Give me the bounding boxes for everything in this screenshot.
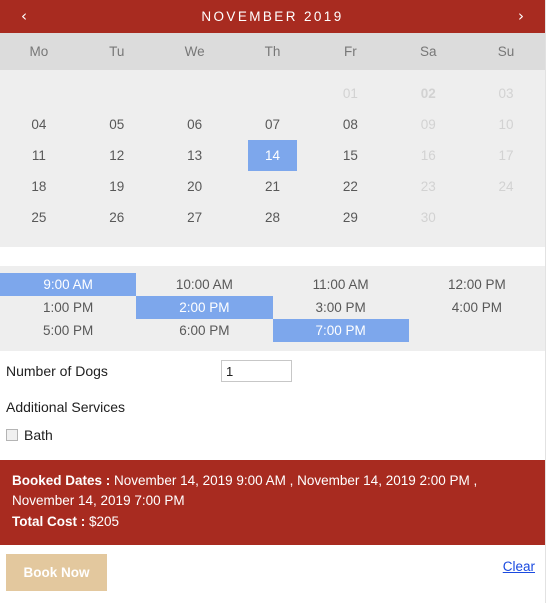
calendar-weekday-row: Mo Tu We Th Fr Sa Su [0,33,545,70]
calendar-day-24: 24 [498,179,514,194]
weekday-mo: Mo [29,44,49,59]
number-of-dogs-input[interactable] [221,360,292,382]
clear-link[interactable]: Clear [503,559,535,574]
calendar-day-11[interactable]: 11 [14,140,64,171]
calendar-day-04[interactable]: 04 [14,109,64,140]
timeslot-row: 1:00 PM 2:00 PM 3:00 PM 4:00 PM [0,296,545,319]
bath-option-row[interactable]: Bath [6,415,539,443]
calendar-day-16: 16 [420,148,436,163]
calendar-day-05[interactable]: 05 [92,109,142,140]
calendar-day-09: 09 [420,117,436,132]
booking-widget: ‹ NOVEMBER 2019 › Mo Tu We Th Fr Sa Su 01 02 03 0… [0,0,546,603]
calendar-day-empty [248,78,298,109]
weekday-th: Th [264,44,281,59]
timeslot-1100am[interactable]: 11:00 AM [273,273,409,296]
calendar-week: 01 02 03 [0,78,545,109]
calendar-day-08[interactable]: 08 [325,109,375,140]
timeslot-400pm[interactable]: 4:00 PM [409,296,545,319]
calendar-day-19[interactable]: 19 [92,171,142,202]
number-of-dogs-label: Number of Dogs [6,363,108,379]
calendar-day-13[interactable]: 13 [170,140,220,171]
calendar-day-22[interactable]: 22 [325,171,375,202]
calendar-day-30: 30 [420,210,436,225]
calendar-day-10: 10 [498,117,514,132]
timeslot-1200pm[interactable]: 12:00 PM [409,273,545,296]
calendar-day-14[interactable]: 14 [247,140,298,171]
calendar-day-29[interactable]: 29 [325,202,375,233]
calendar-day-empty [170,78,220,109]
calendar-day-02: 02 [420,86,436,101]
calendar-day-12[interactable]: 12 [92,140,142,171]
timeslot-500pm[interactable]: 5:00 PM [0,319,136,342]
timeslot-1000am[interactable]: 10:00 AM [136,273,272,296]
chevron-right-icon[interactable]: › [511,9,531,24]
number-of-dogs-row: Number of Dogs [6,351,539,391]
timeslot-100pm[interactable]: 1:00 PM [0,296,136,319]
bath-label[interactable]: Bath [24,427,53,443]
weekday-su: Su [497,44,515,59]
calendar-day-28[interactable]: 28 [248,202,298,233]
booked-dates-label: Booked Dates : [12,473,111,488]
footer-actions: Book Now Clear [0,545,545,599]
calendar-day-25[interactable]: 25 [14,202,64,233]
calendar-day-empty [481,202,531,233]
calendar-day-18[interactable]: 18 [14,171,64,202]
timeslot-empty [409,319,545,342]
calendar-day-26[interactable]: 26 [92,202,142,233]
timeslot-row: 5:00 PM 6:00 PM 7:00 PM [0,319,545,342]
calendar-day-03: 03 [498,86,514,101]
timeslot-900am[interactable]: 9:00 AM [0,273,137,296]
calendar-day-20[interactable]: 20 [170,171,220,202]
timeslot-600pm[interactable]: 6:00 PM [136,319,272,342]
weekday-tu: Tu [109,44,125,59]
calendar-day-21[interactable]: 21 [248,171,298,202]
calendar-week: 18 19 20 21 22 23 24 [0,171,545,202]
calendar-grid: 01 02 03 04 05 06 07 08 09 10 11 12 13 14 15 16 17 18 19 20… [0,70,545,247]
calendar-day-27[interactable]: 27 [170,202,220,233]
total-cost-line: Total Cost : $205 [12,512,533,532]
calendar-title: NOVEMBER 2019 [201,9,344,24]
calendar-week: 04 05 06 07 08 09 10 [0,109,545,140]
timeslot-300pm[interactable]: 3:00 PM [273,296,409,319]
booked-dates-line: Booked Dates : November 14, 2019 9:00 AM… [12,471,533,512]
calendar-day-empty [92,78,142,109]
weekday-fr: Fr [343,44,357,59]
calendar-day-17: 17 [498,148,514,163]
calendar-day-01: 01 [342,86,358,101]
weekday-sa: Sa [419,44,437,59]
total-cost-value: $205 [89,513,120,529]
timeslot-700pm[interactable]: 7:00 PM [272,319,409,342]
book-now-button[interactable]: Book Now [6,553,107,591]
total-cost-label: Total Cost : [12,513,86,529]
calendar-day-empty [14,78,64,109]
bath-checkbox[interactable] [6,429,18,441]
chevron-left-icon[interactable]: ‹ [14,9,34,24]
timeslot-row: 9:00 AM 10:00 AM 11:00 AM 12:00 PM [0,273,545,296]
calendar-day-23: 23 [420,179,436,194]
additional-services-label: Additional Services [6,399,126,415]
calendar-day-06[interactable]: 06 [170,109,220,140]
timeslot-grid: 9:00 AM 10:00 AM 11:00 AM 12:00 PM 1:00 PM 2:… [0,266,545,351]
timeslot-200pm[interactable]: 2:00 PM [136,296,273,319]
calendar-week: 25 26 27 28 29 30 [0,202,545,233]
calendar-day-07[interactable]: 07 [248,109,298,140]
weekday-we: We [184,44,205,59]
calendar-week: 11 12 13 14 15 16 17 [0,140,545,171]
calendar-header: ‹ NOVEMBER 2019 › [0,0,545,33]
calendar-day-15[interactable]: 15 [325,140,375,171]
booking-form: Number of Dogs Additional Services Bath [0,351,545,443]
section-divider [0,247,545,266]
booking-summary: Booked Dates : November 14, 2019 9:00 AM… [0,460,545,545]
